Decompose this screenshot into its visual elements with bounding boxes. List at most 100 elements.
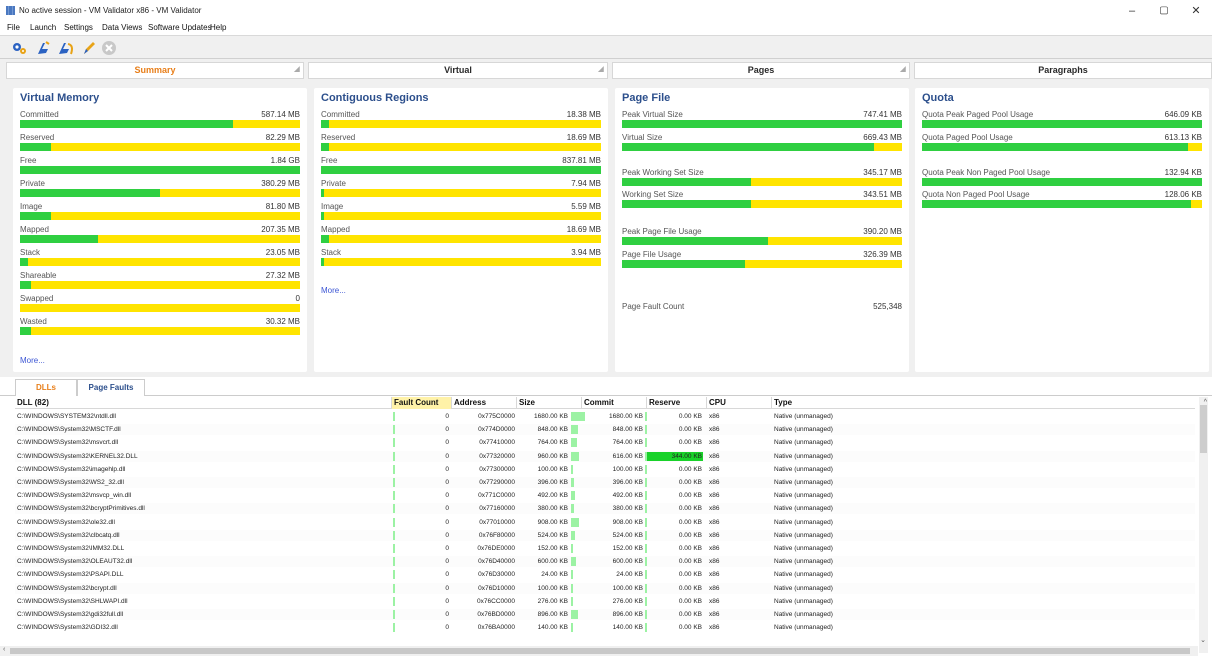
size-bar [571,596,574,606]
contiguous-region-bar [321,212,601,220]
scroll-left-icon[interactable]: ‹ [3,646,5,653]
table-row[interactable]: C:\WINDOWS\System32\MSCTF.dll 0 0x774D0000… [15,424,1195,436]
cell-type: Native (unmanaged) [774,558,833,566]
table-row[interactable]: C:\WINDOWS\System32\IMM32.DLL 0 0x76DE0000… [15,543,1195,554]
contiguous-regions-more-link[interactable]: More... [321,286,346,295]
page-file-bar [622,200,902,208]
cell-size: 896.00 KB [537,611,568,618]
contiguous-region-label: Stack [321,248,342,257]
launch-with-options-icon[interactable] [56,39,74,57]
quota-row: Quota Peak Non Paged Pool Usage 132.94 KB [922,166,1202,187]
cell-address: 0x77300000 [479,465,515,473]
window-title: No active session - VM Validator x86 - V… [19,6,202,15]
virtual-memory-bar [20,327,300,335]
table-row[interactable]: C:\WINDOWS\System32\OLEAUT32.dll 0 0x76D40… [15,556,1195,568]
tab-paragraphs[interactable]: Paragraphs [914,62,1212,79]
stop-icon[interactable] [100,39,118,57]
virtual-memory-label: Mapped [20,225,49,234]
cell-cpu: x86 [709,545,720,552]
quota-panel: Quota Quota Peak Paged Pool Usage 646.09 … [915,88,1209,372]
cell-address: 0x77010000 [479,518,515,526]
table-row[interactable]: C:\WINDOWS\System32\GDI32.dll 0 0x76BA0000… [15,622,1195,633]
cell-size: 396.00 KB [537,479,568,486]
menu-file[interactable]: File [7,23,20,32]
column-cpu[interactable]: CPU [707,397,772,409]
virtual-memory-row: Private 380.29 MB [20,177,300,198]
close-button[interactable]: ✕ [1184,3,1208,19]
table-row[interactable]: C:\WINDOWS\System32\PSAPI.DLL 0 0x76D30000… [15,569,1195,580]
table-row[interactable]: C:\WINDOWS\System32\msvcp_win.dll 0 0x771C… [15,490,1195,501]
column-type[interactable]: Type [772,397,1195,409]
tab-summary-label: Summary [134,65,176,75]
tab-pages[interactable]: Pages ◢ [612,62,910,79]
page-file-bar-fill [622,237,768,245]
tab-dlls[interactable]: DLLs [15,379,77,396]
cell-commit: 276.00 KB [612,597,643,605]
cell-fault: 0 [445,597,449,605]
column-size[interactable]: Size [517,397,582,409]
edit-icon[interactable] [80,39,98,57]
tab-page-faults[interactable]: Page Faults [77,379,145,396]
cell-reserve: 0.00 KB [678,597,702,605]
table-row[interactable]: C:\WINDOWS\System32\bcrypt.dll 0 0x76D1000… [15,582,1195,594]
table-row[interactable]: C:\WINDOWS\SYSTEM32\ntdll.dll 0 0x775C0000… [15,411,1195,422]
size-bar [571,504,575,514]
cell-dll: C:\WINDOWS\System32\MSCTF.dll [17,426,121,434]
table-row[interactable]: C:\WINDOWS\System32\WS2_32.dll 0 0x7729000… [15,477,1195,488]
contiguous-region-row: Committed 18.38 MB [321,108,601,129]
cell-address: 0x76BD0000 [477,611,515,618]
page-file-value: 669.43 MB [863,133,902,142]
menu-software-updates[interactable]: Software Updates [148,23,212,32]
table-row[interactable]: C:\WINDOWS\System32\KERNEL32.DLL 0 0x77320… [15,450,1195,462]
page-file-label: Peak Virtual Size [622,110,683,119]
cell-fault: 0 [445,413,449,420]
column-dll[interactable]: DLL (82) [15,397,392,409]
cell-fault: 0 [445,571,449,579]
cell-size: 100.00 KB [537,465,568,473]
cell-dll: C:\WINDOWS\SYSTEM32\ntdll.dll [17,413,116,420]
resize-grip-icon: ◢ [900,66,906,73]
contiguous-region-bar [321,120,601,128]
table-row[interactable]: C:\WINDOWS\System32\bcryptPrimitives.dll… [15,503,1195,515]
table-row[interactable]: C:\WINDOWS\System32\imagehlp.dll 0 0x77300… [15,464,1195,475]
tab-virtual-label: Virtual [444,65,472,75]
cell-size: 276.00 KB [537,597,568,605]
virtual-memory-panel: Virtual Memory Committed 587.14 MB Reserve… [13,88,307,372]
cell-cpu: x86 [709,492,720,500]
table-row[interactable]: C:\WINDOWS\System32\SHLWAPI.dll 0 0x76CC00… [15,596,1195,607]
settings-icon[interactable] [10,39,28,57]
column-address[interactable]: Address [452,397,517,409]
cell-commit: 1680.00 KB [609,413,643,420]
contiguous-region-bar [321,189,601,197]
launch-icon[interactable] [34,39,52,57]
contiguous-region-bar-fill [321,189,324,197]
table-row[interactable]: C:\WINDOWS\System32\msvcrt.dll 0 0x7741000… [15,437,1195,448]
column-fault-count[interactable]: Fault Count [392,397,452,409]
cell-type: Native (unmanaged) [774,465,833,473]
menu-settings[interactable]: Settings [64,23,93,32]
menu-help[interactable]: Help [210,23,226,32]
quota-value: 646.09 KB [1164,110,1202,119]
scroll-down-icon[interactable]: ⌄ [1200,636,1206,644]
cell-dll: C:\WINDOWS\System32\msvcrt.dll [17,439,119,447]
tab-virtual[interactable]: Virtual ◢ [308,62,608,79]
maximize-button[interactable]: ▢ [1152,3,1176,19]
table-row[interactable]: C:\WINDOWS\System32\clbcatq.dll 0 0x76F800… [15,529,1195,541]
column-reserve[interactable]: Reserve [647,397,707,409]
virtual-memory-more-link[interactable]: More... [20,356,45,365]
cell-commit: 896.00 KB [612,611,643,618]
minimize-button[interactable]: – [1120,3,1144,19]
cell-reserve: 0.00 KB [678,531,702,539]
virtual-memory-row: Image 81.80 MB [20,200,300,221]
cell-fault: 0 [445,518,449,526]
menu-data-views[interactable]: Data Views [102,23,142,32]
column-commit[interactable]: Commit [582,397,647,409]
tab-summary[interactable]: Summary ◢ [6,62,304,79]
horizontal-scroll-thumb[interactable] [10,648,1190,654]
menu-launch[interactable]: Launch [30,23,56,32]
table-row[interactable]: C:\WINDOWS\System32\gdi32full.dll 0 0x76BD… [15,609,1195,620]
page-file-value: 390.20 MB [863,227,902,236]
scroll-up-icon[interactable]: ^ [1204,399,1207,406]
vertical-scroll-thumb[interactable] [1200,405,1207,453]
table-row[interactable]: C:\WINDOWS\System32\ole32.dll 0 0x77010000… [15,517,1195,528]
